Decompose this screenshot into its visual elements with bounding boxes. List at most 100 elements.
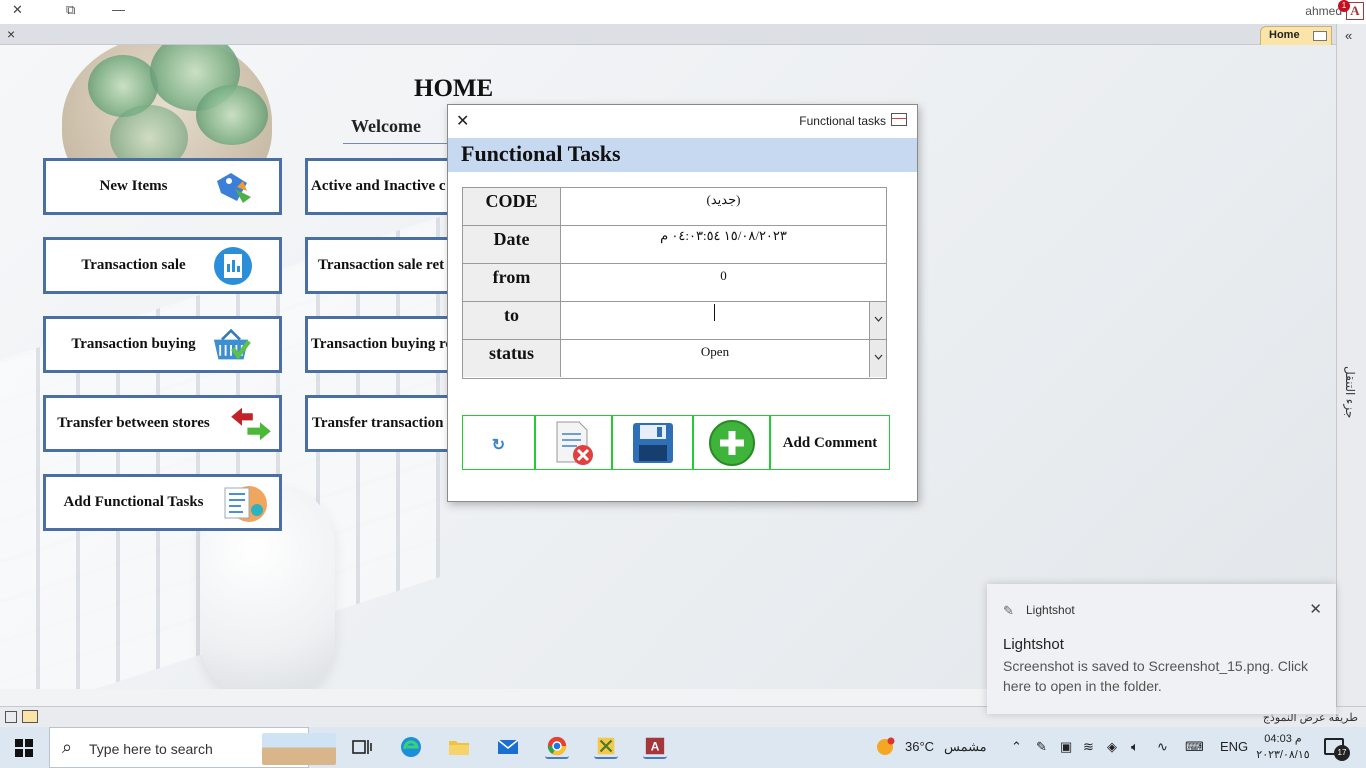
form-icon [1313,31,1327,41]
network-icon[interactable]: ◈ [1107,739,1117,755]
navigation-pane-label: جزء التنقل [1343,366,1357,419]
show-hidden-icons-icon[interactable]: ⌃ [1011,739,1022,755]
feather-icon: ✎ [1003,603,1014,618]
delete-button[interactable] [535,415,612,470]
floppy-disk-icon [633,423,673,463]
snipping-tool-icon[interactable] [594,735,618,759]
close-document-button[interactable]: × [7,26,15,42]
from-field[interactable]: 0 [561,264,886,301]
add-functional-tasks-button[interactable]: Add Functional Tasks [43,474,282,531]
title-bar: ✕ ⧉ — ahmed A 1 [0,0,1366,24]
notification-count: 17 [1334,745,1350,761]
search-placeholder: Type here to search [89,741,213,757]
text-cursor [714,304,715,321]
field-row-date: Date ١٥/٠٨/٢٠٢٣ ٠٤:٠٣:٥٤ م [463,226,886,264]
transfer-arrows-icon [231,407,271,441]
taskbar: ⌕ Type here to search A 36°C مشمس ⌃ ✎ ▣ … [0,727,1366,768]
mail-icon[interactable] [496,735,520,759]
notification-app-name: Lightshot [1026,603,1075,617]
minimize-button[interactable]: — [112,2,125,17]
add-new-button[interactable] [693,415,770,470]
dialog-heading: Functional Tasks [461,141,621,166]
weather-sun-icon[interactable] [875,737,895,757]
tab-home-label: Home [1269,29,1300,41]
signed-in-user[interactable]: ahmed [1305,4,1342,18]
functional-tasks-dialog: ✕ Functional tasks Functional Tasks CODE… [447,104,918,502]
code-field[interactable]: (جديد) [561,188,886,225]
save-button[interactable] [612,415,693,470]
clock-date: ٢٠٢٣/٠٨/١٥ [1256,749,1310,761]
plus-icon [709,420,755,466]
volume-icon[interactable]: 🔈︎ [1131,739,1139,755]
search-highlight-image [262,733,336,765]
transaction-sale-button[interactable]: Transaction sale [43,237,282,294]
date-field[interactable]: ١٥/٠٨/٢٠٢٣ ٠٤:٠٣:٥٤ م [561,226,886,263]
to-combo[interactable] [561,302,869,339]
notification-close-button[interactable]: ✕ [1309,600,1322,618]
button-label: Transfer between stores [57,415,210,431]
windows-start-icon[interactable] [15,739,33,757]
shopping-basket-icon [213,328,251,360]
status-combo[interactable]: Open [561,340,869,377]
task-fields-grid: CODE (جديد) Date ١٥/٠٨/٢٠٢٣ ٠٤:٠٣:٥٤ م f… [462,187,887,379]
active-inactive-button[interactable]: Active and Inactive c [305,158,455,215]
succulent-image [196,85,268,145]
dialog-header: Functional Tasks [448,138,917,172]
form-view-icon[interactable] [22,710,38,723]
receipt-icon [214,247,252,285]
field-row-status: status Open [463,340,886,378]
page-title: HOME [414,75,494,102]
pen-icon[interactable]: ✎ [1036,739,1047,755]
task-list-icon [224,486,267,522]
add-comment-label: Add Comment [782,435,878,451]
divider [343,143,453,144]
document-tab-strip: × Home [0,24,1336,45]
weather-condition[interactable]: مشمس [944,739,987,755]
close-window-button[interactable]: ✕ [12,2,23,18]
refresh-button[interactable]: ↻ [462,415,535,470]
chevron-down-icon [874,316,882,322]
file-explorer-icon[interactable] [447,735,471,759]
wifi-off-icon[interactable]: ≋ [1083,739,1094,755]
add-comment-button[interactable]: Add Comment [770,415,890,470]
tab-home[interactable]: Home [1260,26,1332,45]
chevron-down-icon [874,354,882,360]
transfer-between-stores-button[interactable]: Transfer between stores [43,395,282,452]
transfer-transaction-button[interactable]: Transfer transaction [305,395,455,452]
language-indicator[interactable]: ENG [1220,739,1248,754]
code-label: CODE [463,188,561,225]
button-label: Transaction sale [81,257,186,273]
collapse-pane-icon[interactable]: « [1345,28,1352,43]
access-taskbar-icon[interactable]: A [643,735,667,759]
clock-time: 04:03 م [1264,733,1302,745]
edge-browser-icon[interactable] [399,735,423,759]
transaction-buying-return-button[interactable]: Transaction buying re [305,316,455,373]
wifi-icon[interactable]: ∿ [1157,739,1168,755]
from-label: from [463,264,561,301]
form-icon [891,113,907,126]
dialog-close-button[interactable]: ✕ [456,111,469,131]
transaction-buying-button[interactable]: Transaction buying [43,316,282,373]
camera-icon[interactable]: ▣ [1060,739,1072,755]
restore-button[interactable]: ⧉ [66,2,75,18]
user-notification-badge: 1 [1338,0,1350,12]
status-dropdown-button[interactable] [869,340,886,377]
transaction-sale-return-button[interactable]: Transaction sale ret [305,237,455,294]
system-clock[interactable]: 04:03 م ٢٠٢٣/٠٨/١٥ [1254,731,1312,763]
lightshot-notification[interactable]: ✎ Lightshot ✕ Lightshot Screenshot is sa… [987,584,1336,714]
new-items-button[interactable]: New Items [43,158,282,215]
weather-temperature[interactable]: 36°C [905,739,934,754]
chrome-browser-icon[interactable] [545,735,569,759]
notification-title: Lightshot [1003,636,1064,653]
notification-center-icon[interactable]: 17 [1324,738,1350,761]
field-row-from: from 0 [463,264,886,302]
button-label: Transaction sale ret [318,257,445,273]
task-view-icon[interactable] [350,735,374,759]
keyboard-icon[interactable]: ⌨ [1185,739,1204,755]
layout-view-icon[interactable] [5,711,17,723]
to-dropdown-button[interactable] [869,302,886,339]
refresh-icon: ↻ [491,437,506,454]
navigation-pane[interactable]: « جزء التنقل [1336,24,1366,706]
notification-message[interactable]: Screenshot is saved to Screenshot_15.png… [1003,656,1328,696]
button-label: Transaction buying [71,336,196,352]
